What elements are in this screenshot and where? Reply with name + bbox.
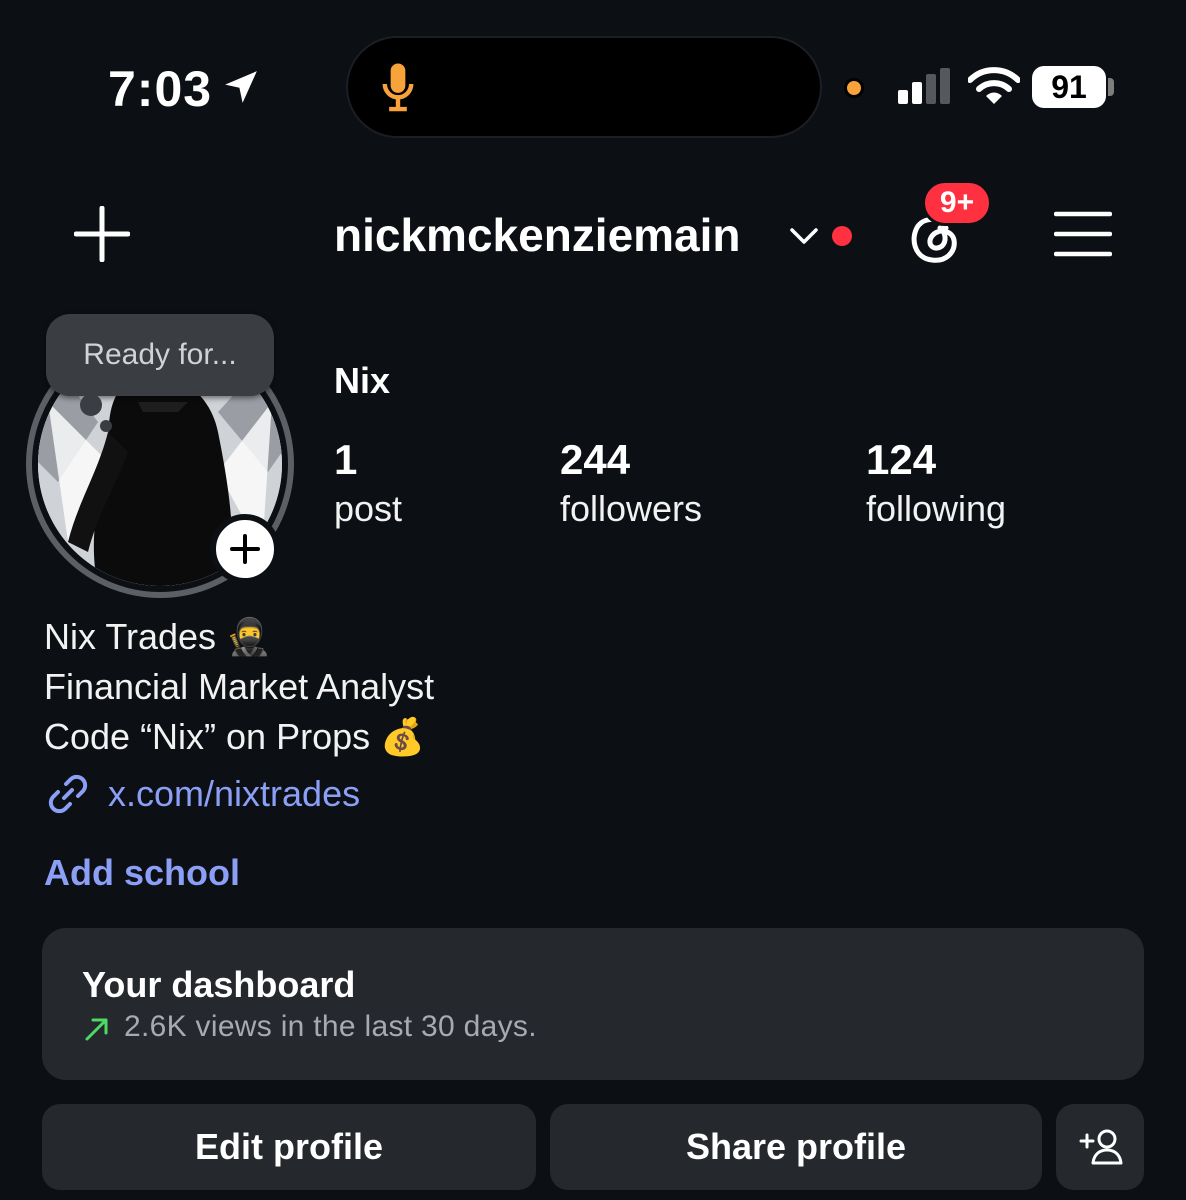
bio: Nix Trades 🥷 Financial Market Analyst Co… bbox=[44, 612, 434, 762]
stat-value: 124 bbox=[866, 436, 937, 483]
stat-posts[interactable]: 1 post bbox=[334, 436, 402, 534]
share-profile-button[interactable]: Share profile bbox=[550, 1104, 1042, 1190]
stat-label: following bbox=[866, 488, 1007, 529]
plus-icon bbox=[230, 534, 260, 564]
stat-following[interactable]: 124 following bbox=[866, 436, 1006, 534]
edit-profile-button[interactable]: Edit profile bbox=[42, 1104, 536, 1190]
status-time: 7:03 bbox=[108, 61, 213, 117]
dashboard-title: Your dashboard bbox=[82, 964, 356, 1005]
bio-line: Nix Trades 🥷 bbox=[44, 616, 271, 657]
chevron-down-icon[interactable] bbox=[790, 226, 818, 246]
stat-value: 244 bbox=[560, 436, 631, 483]
cellular-signal-icon bbox=[898, 68, 950, 104]
notification-badge[interactable]: 9+ bbox=[922, 180, 992, 226]
bio-link[interactable]: x.com/nixtrades bbox=[44, 770, 360, 818]
note-bubble-tail-small bbox=[100, 420, 112, 432]
location-arrow-icon bbox=[225, 71, 257, 103]
stat-label: post bbox=[334, 488, 403, 529]
menu-icon[interactable] bbox=[1054, 210, 1112, 258]
note-bubble[interactable]: Ready for... bbox=[46, 314, 274, 396]
link-icon bbox=[48, 774, 88, 814]
add-school-link[interactable]: Add school bbox=[44, 852, 240, 894]
note-bubble-tail bbox=[80, 394, 102, 416]
dashboard-subtitle: 2.6K views in the last 30 days. bbox=[124, 1010, 537, 1043]
dashboard-card[interactable]: Your dashboard 2.6K views in the last 30… bbox=[42, 928, 1144, 1080]
battery-cap bbox=[1108, 78, 1114, 96]
trend-up-arrow-icon bbox=[85, 1018, 108, 1041]
link-text[interactable]: x.com/nixtrades bbox=[108, 773, 360, 815]
add-person-icon bbox=[1079, 1129, 1123, 1165]
bio-line: Financial Market Analyst bbox=[44, 666, 435, 707]
battery-indicator: 91 bbox=[1032, 66, 1106, 108]
bio-line: Code “Nix” on Props 💰 bbox=[44, 716, 425, 757]
account-activity-dot bbox=[832, 226, 852, 246]
wifi-icon bbox=[968, 67, 1020, 104]
add-story-button[interactable] bbox=[210, 514, 280, 584]
stat-followers[interactable]: 244 followers bbox=[560, 436, 702, 534]
stat-label: followers bbox=[560, 488, 703, 529]
recording-indicator-icon bbox=[844, 78, 864, 98]
stat-value: 1 bbox=[334, 436, 358, 483]
microphone-icon bbox=[382, 63, 414, 112]
plus-icon[interactable] bbox=[74, 206, 130, 262]
account-switcher-username[interactable]: nickmckenziemain bbox=[334, 208, 741, 262]
display-name: Nix bbox=[334, 360, 391, 401]
dynamic-island bbox=[346, 36, 822, 138]
discover-people-button[interactable] bbox=[1056, 1104, 1144, 1190]
